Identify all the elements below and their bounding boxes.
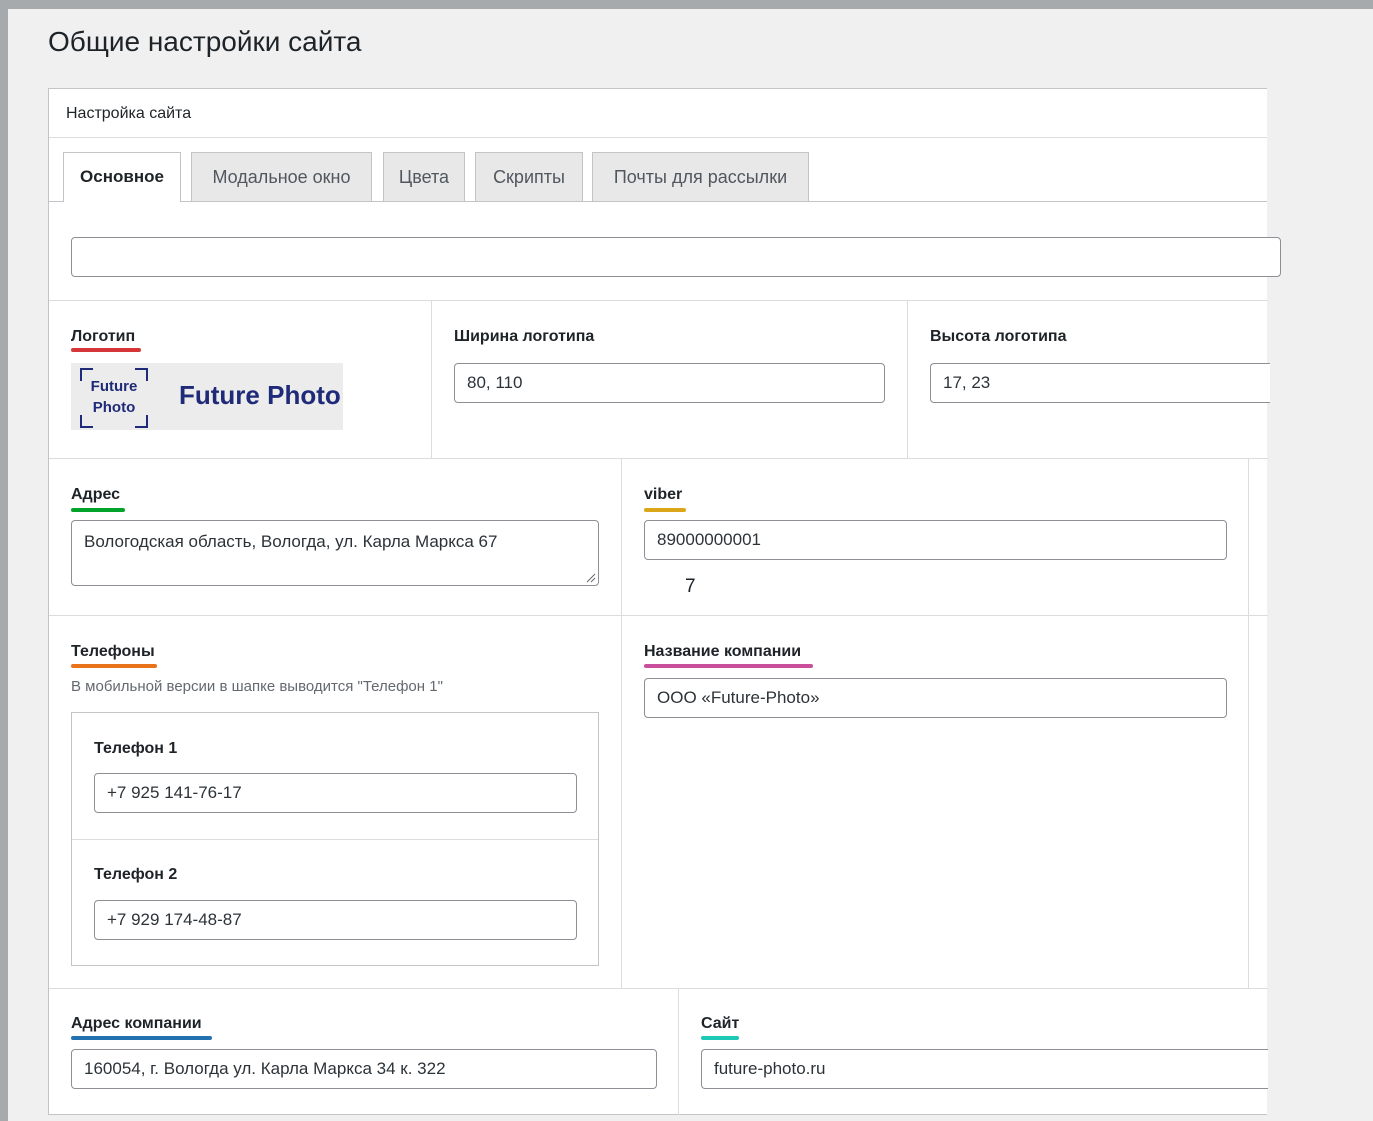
logo-label-underline xyxy=(71,348,141,352)
address-textarea[interactable]: Вологодская область, Вологда, ул. Карла … xyxy=(71,520,599,586)
logo-wordmark: Future Photo xyxy=(179,380,341,410)
phones-repeater: Телефон 1 +7 925 141-76-17 Телефон 2 +7 … xyxy=(71,712,599,966)
address-label-underline xyxy=(71,508,125,512)
tabs-bar: Основное Модальное окно Цвета Скрипты По… xyxy=(49,152,1267,202)
logo-label: Логотип xyxy=(71,328,136,345)
logo-width-label: Ширина логотипа xyxy=(454,328,595,345)
box-header: Настройка сайта xyxy=(49,89,1267,138)
repeater-divider xyxy=(72,839,598,840)
tab-modal-window[interactable]: Модальное окно xyxy=(191,152,372,201)
column-divider xyxy=(621,459,622,988)
site-label: Сайт xyxy=(701,1015,740,1032)
settings-box: Настройка сайта Основное Модальное окно … xyxy=(48,88,1281,1115)
viber-label-underline xyxy=(644,508,686,512)
tab-mailing-emails[interactable]: Почты для рассылки xyxy=(592,152,809,201)
logo-width-input[interactable]: 80, 110 xyxy=(454,363,885,403)
page-title: Общие настройки сайта xyxy=(48,26,362,57)
box-title: Настройка сайта xyxy=(66,105,192,122)
viber-extra-text: 7 xyxy=(685,576,696,597)
company-address-input[interactable]: 160054, г. Вологда ул. Карла Маркса 34 к… xyxy=(71,1049,657,1089)
phone-1-input[interactable]: +7 925 141-76-17 xyxy=(94,773,577,813)
phones-hint: В мобильной версии в шапке выводится "Те… xyxy=(71,678,443,695)
logo-mark-line2: Photo xyxy=(92,399,136,416)
viber-input[interactable]: 89000000001 xyxy=(644,520,1227,560)
site-label-underline xyxy=(701,1036,739,1040)
resize-handle-icon[interactable] xyxy=(586,573,596,583)
phones-label-underline xyxy=(71,664,157,668)
phones-label: Телефоны xyxy=(71,643,155,660)
window-frame-top xyxy=(0,0,1373,9)
row-divider xyxy=(49,458,1268,459)
logo-image[interactable]: Future Photo Future Photo xyxy=(71,363,343,430)
logo-height-label: Высота логотипа xyxy=(930,328,1067,345)
address-label: Адрес xyxy=(71,486,121,503)
company-address-label-underline xyxy=(71,1036,212,1040)
company-name-label-underline xyxy=(644,664,813,668)
row-divider xyxy=(49,988,1268,989)
company-address-label: Адрес компании xyxy=(71,1015,202,1032)
row-divider xyxy=(49,300,1268,301)
row-divider xyxy=(49,615,1268,616)
top-text-input[interactable] xyxy=(71,237,1281,277)
phone-2-label: Телефон 2 xyxy=(94,866,178,883)
company-name-input[interactable]: ООО «Future-Photo» xyxy=(644,678,1227,718)
tab-scripts[interactable]: Скрипты xyxy=(475,152,583,201)
column-divider xyxy=(431,301,432,458)
column-divider xyxy=(907,301,908,458)
site-input[interactable]: future-photo.ru xyxy=(701,1049,1268,1089)
address-value: Вологодская область, Вологда, ул. Карла … xyxy=(84,532,498,551)
column-divider xyxy=(1248,459,1249,988)
tab-main[interactable]: Основное xyxy=(63,152,181,202)
company-name-label: Название компании xyxy=(644,643,802,660)
column-divider xyxy=(678,989,679,1115)
tab-colors[interactable]: Цвета xyxy=(383,152,465,201)
logo-height-input[interactable]: 17, 23 xyxy=(930,363,1270,403)
viber-label: viber xyxy=(644,486,683,503)
phone-1-label: Телефон 1 xyxy=(94,740,178,757)
logo-mark-line1: Future xyxy=(90,378,138,395)
phone-2-input[interactable]: +7 929 174-48-87 xyxy=(94,900,577,940)
window-frame-left xyxy=(0,0,8,1121)
